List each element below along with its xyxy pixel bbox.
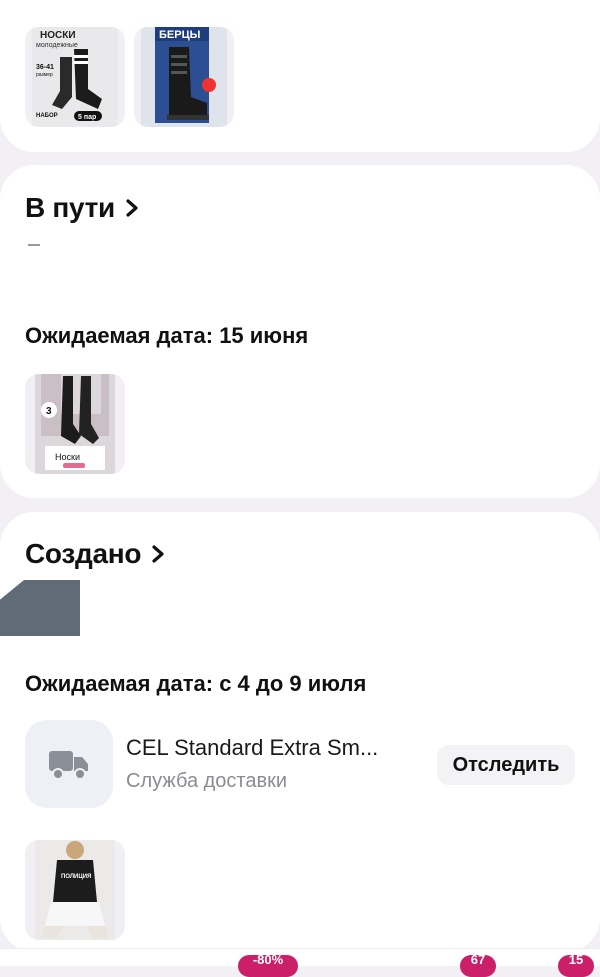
chevron-right-icon (126, 199, 138, 217)
product-thumb-socks-pack[interactable]: НОСКИ молодежные 36-41 размер НАБОР 5 па… (25, 27, 125, 127)
bottom-nav-bar (0, 948, 600, 966)
svg-text:5 пар: 5 пар (78, 114, 96, 121)
product-thumb-socks[interactable]: 3 Носки (25, 374, 125, 474)
product-thumb-tshirt[interactable]: ПОЛИЦИЯ (25, 840, 125, 940)
chevron-right-icon (152, 545, 164, 563)
nav-badge-count: 15 (558, 953, 594, 977)
svg-text:НОСКИ: НОСКИ (40, 30, 76, 41)
nav-badge-count: 67 (460, 953, 496, 977)
section-title-created-label: Создано (25, 538, 142, 569)
svg-text:Носки: Носки (55, 452, 80, 462)
tshirt-image: ПОЛИЦИЯ (35, 840, 115, 940)
section-title-in-transit[interactable]: В пути (25, 192, 139, 224)
expected-date-transit: Ожидаемая дата: 15 июня (25, 323, 309, 348)
nav-badge-discount: -80% (238, 953, 298, 977)
svg-text:БЕРЦЫ: БЕРЦЫ (159, 29, 201, 41)
section-title-created[interactable]: Создано (25, 538, 165, 570)
track-button[interactable]: Отследить (437, 745, 575, 785)
order-card-top: НОСКИ молодежные 36-41 размер НАБОР 5 па… (0, 0, 600, 152)
delivery-service-icon-box (25, 720, 113, 808)
divider-dash (28, 244, 40, 246)
svg-text:молодежные: молодежные (36, 42, 78, 49)
svg-text:НАБОР: НАБОР (36, 113, 58, 119)
truck-icon (49, 751, 88, 780)
svg-text:ПОЛИЦИЯ: ПОЛИЦИЯ (61, 874, 91, 880)
socks-pack-image: НОСКИ молодежные 36-41 размер НАБОР 5 па… (32, 27, 118, 127)
product-thumb-boots[interactable]: БЕРЦЫ (134, 27, 234, 127)
svg-text:размер: размер (36, 72, 53, 78)
section-title-in-transit-label: В пути (25, 192, 115, 223)
boots-image: БЕРЦЫ (141, 27, 227, 127)
expected-date-created: Ожидаемая дата: с 4 до 9 июля (25, 671, 367, 696)
svg-text:3: 3 (46, 406, 52, 417)
svg-text:36-41: 36-41 (36, 64, 54, 71)
carrier-subtitle: Служба доставки (126, 770, 288, 792)
carrier-name: CEL Standard Extra Sm... (126, 735, 379, 760)
socks-image: 3 Носки (35, 374, 115, 474)
